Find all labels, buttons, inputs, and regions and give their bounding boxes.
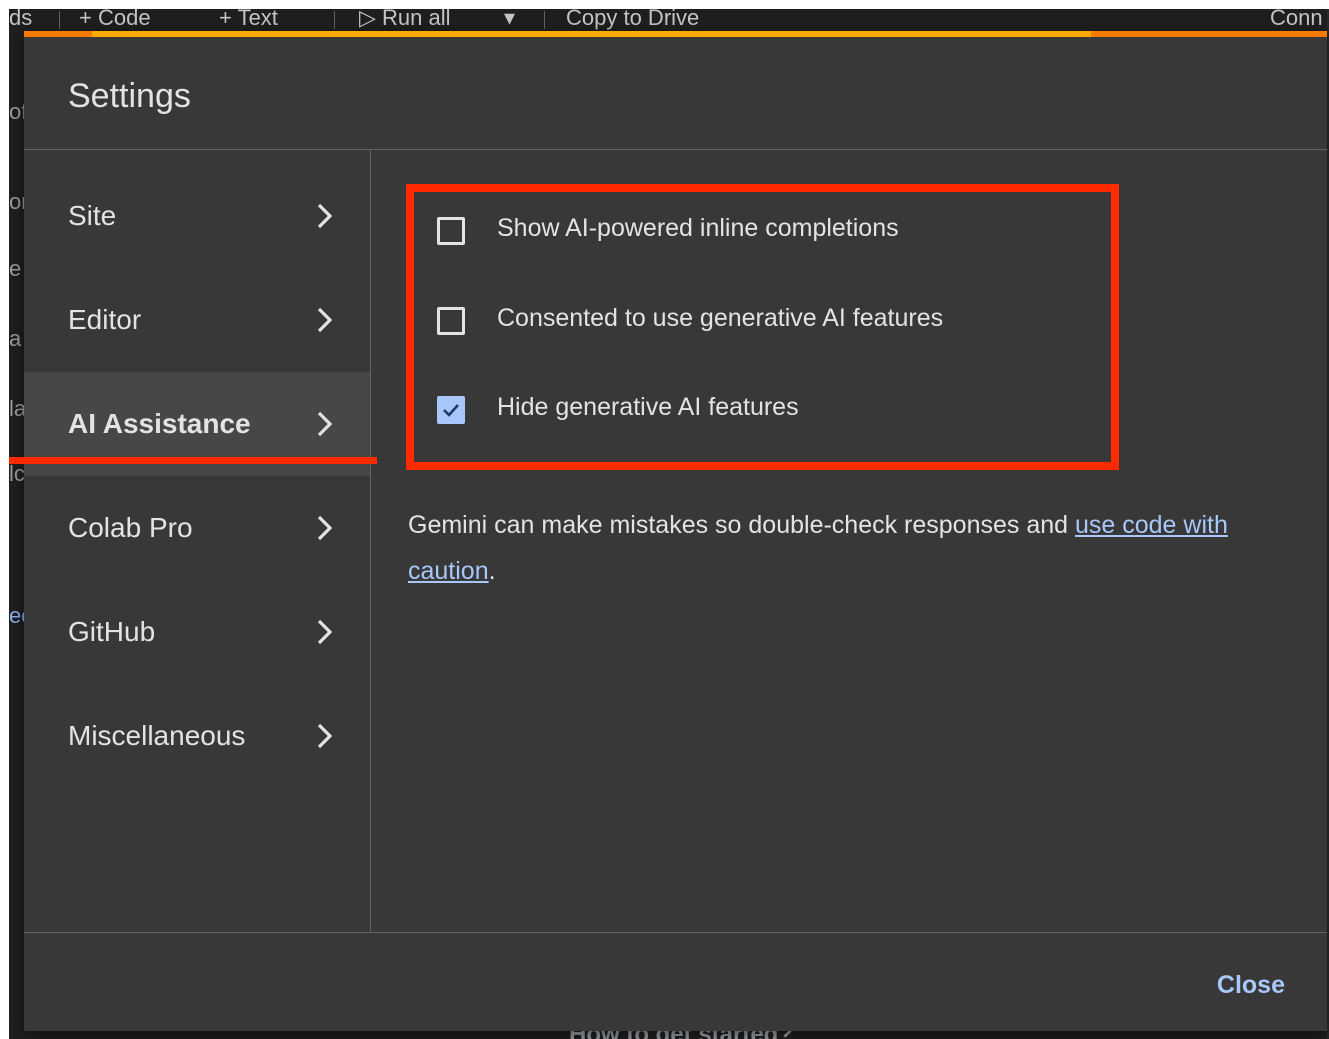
progress-segment bbox=[1091, 31, 1327, 37]
disclaimer-text: Gemini can make mistakes so double-check… bbox=[408, 511, 1075, 539]
colab-window: ds + Code + Text ▷ Run all ▾ Copy to Dri… bbox=[9, 9, 1329, 1039]
chevron-right-icon bbox=[317, 307, 333, 333]
settings-dialog: Settings Site Editor AI Assistance Colab… bbox=[24, 31, 1327, 1031]
dialog-title: Settings bbox=[68, 77, 191, 115]
annotation-underline bbox=[9, 457, 377, 464]
loading-progress-bar bbox=[24, 31, 1327, 37]
chevron-right-icon bbox=[317, 619, 333, 645]
add-text-button[interactable]: + Text bbox=[219, 9, 278, 31]
close-button[interactable]: Close bbox=[1217, 971, 1285, 1000]
option-label: Hide generative AI features bbox=[497, 393, 799, 421]
divider bbox=[24, 932, 1327, 933]
chevron-right-icon bbox=[317, 411, 333, 437]
run-all-button[interactable]: ▷ Run all bbox=[359, 9, 451, 31]
checkbox-checked[interactable] bbox=[437, 396, 465, 424]
chevron-right-icon bbox=[317, 723, 333, 749]
nav-item-github[interactable]: GitHub bbox=[24, 580, 370, 684]
run-all-menu-button[interactable]: ▾ bbox=[504, 9, 515, 31]
chevron-right-icon bbox=[317, 203, 333, 229]
checkbox-unchecked[interactable] bbox=[437, 307, 465, 335]
settings-nav: Site Editor AI Assistance Colab Pro GitH… bbox=[24, 150, 371, 932]
toolbar-divider bbox=[59, 11, 60, 29]
nav-item-editor[interactable]: Editor bbox=[24, 268, 370, 372]
option-label: Show AI-powered inline completions bbox=[497, 214, 899, 242]
copy-to-drive-button[interactable]: Copy to Drive bbox=[566, 9, 699, 31]
nav-item-miscellaneous[interactable]: Miscellaneous bbox=[24, 684, 370, 788]
chevron-right-icon bbox=[317, 515, 333, 541]
toolbar-left-fragment: ds bbox=[9, 9, 33, 30]
nav-item-colab-pro[interactable]: Colab Pro bbox=[24, 476, 370, 580]
background-notebook-edge: of or e a la lc ec bbox=[9, 31, 32, 1039]
toolbar-divider bbox=[544, 11, 545, 29]
background-text-fragment: a bbox=[9, 326, 22, 351]
notebook-toolbar: ds + Code + Text ▷ Run all ▾ Copy to Dri… bbox=[9, 9, 1329, 31]
nav-item-site[interactable]: Site bbox=[24, 164, 370, 268]
checkbox-unchecked[interactable] bbox=[437, 217, 465, 245]
nav-item-label: AI Assistance bbox=[68, 408, 251, 439]
nav-item-label: Miscellaneous bbox=[68, 720, 246, 751]
nav-item-label: Colab Pro bbox=[68, 512, 193, 543]
background-text-fragment: lc bbox=[9, 461, 25, 486]
progress-segment bbox=[24, 31, 92, 37]
disclaimer-end: . bbox=[488, 557, 496, 585]
checkmark-icon bbox=[443, 404, 459, 417]
nav-item-label: Site bbox=[68, 200, 117, 231]
toolbar-divider bbox=[334, 11, 335, 29]
connect-button[interactable]: Conn bbox=[1270, 9, 1323, 31]
background-text-fragment: e bbox=[9, 256, 22, 281]
add-code-button[interactable]: + Code bbox=[79, 9, 151, 31]
gemini-disclaimer: Gemini can make mistakes so double-check… bbox=[408, 502, 1288, 594]
nav-item-label: GitHub bbox=[68, 616, 156, 647]
option-label: Consented to use generative AI features bbox=[497, 304, 944, 332]
settings-content: Show AI-powered inline completions Conse… bbox=[371, 150, 1327, 932]
nav-item-label: Editor bbox=[68, 304, 142, 335]
